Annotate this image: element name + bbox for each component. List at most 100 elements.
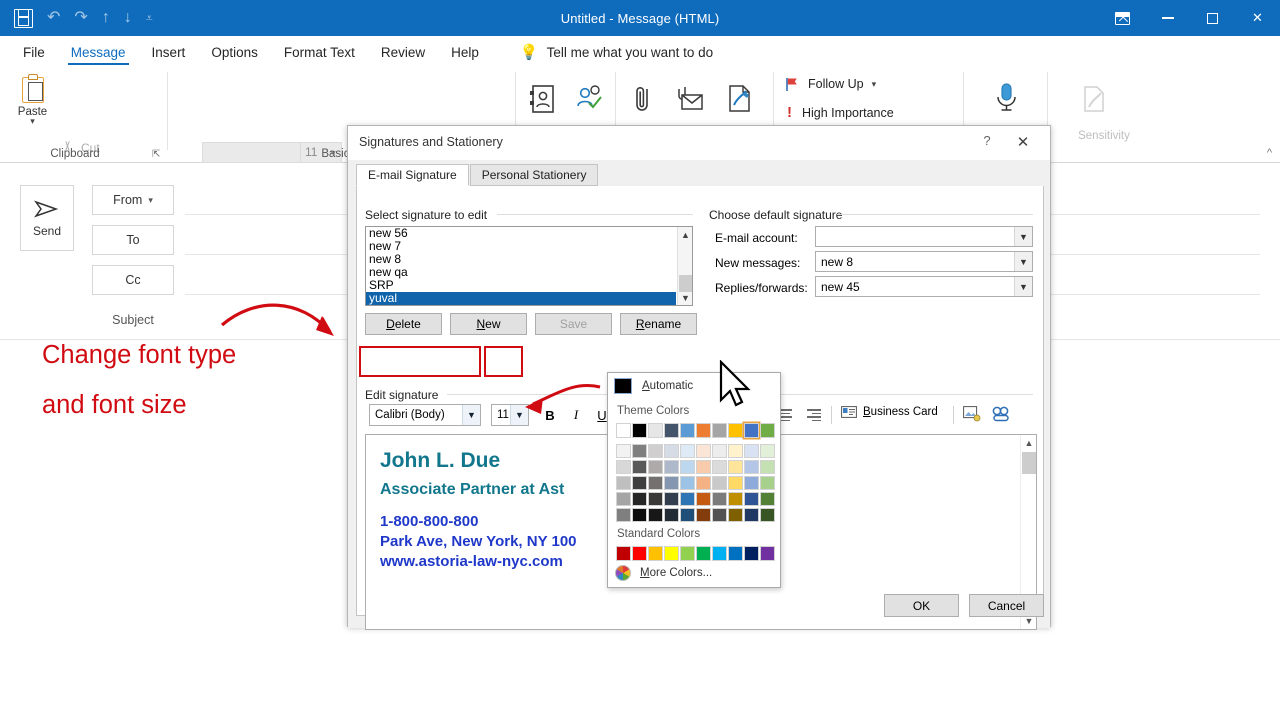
signature-icon[interactable] xyxy=(714,74,766,124)
scroll-up-icon[interactable]: ▲ xyxy=(1021,435,1037,451)
theme-color-swatch[interactable] xyxy=(648,460,663,475)
theme-color-swatch[interactable] xyxy=(680,492,695,507)
theme-color-swatch[interactable] xyxy=(632,423,647,438)
new-signature-button[interactable]: New xyxy=(450,313,527,335)
theme-color-swatch[interactable] xyxy=(696,460,711,475)
email-account-combo[interactable]: ▼ xyxy=(815,226,1033,247)
signature-align-right-button[interactable] xyxy=(801,404,825,426)
signature-italic-button[interactable]: I xyxy=(565,404,587,426)
list-item[interactable]: new 8 xyxy=(366,253,692,266)
theme-color-swatch[interactable] xyxy=(664,444,679,459)
send-button[interactable]: Send xyxy=(20,185,74,251)
list-item[interactable]: new 7 xyxy=(366,240,692,253)
list-item[interactable]: new 56 xyxy=(366,227,692,240)
theme-color-swatch[interactable] xyxy=(744,460,759,475)
theme-color-swatch[interactable] xyxy=(712,460,727,475)
standard-colors-grid[interactable] xyxy=(616,546,775,561)
tab-format-text[interactable]: Format Text xyxy=(271,43,368,66)
address-book-icon[interactable] xyxy=(516,74,568,124)
theme-color-swatch[interactable] xyxy=(632,444,647,459)
dialog-help-button[interactable]: ? xyxy=(976,133,998,153)
standard-color-swatch[interactable] xyxy=(744,546,759,561)
theme-color-swatch[interactable] xyxy=(632,508,647,523)
scroll-down-icon[interactable]: ▼ xyxy=(678,290,693,305)
theme-color-swatch[interactable] xyxy=(712,492,727,507)
scroll-up-icon[interactable]: ▲ xyxy=(678,227,693,242)
theme-color-swatch[interactable] xyxy=(728,492,743,507)
clipboard-dialog-launcher[interactable]: ⇱ xyxy=(152,149,160,160)
theme-color-swatch[interactable] xyxy=(632,460,647,475)
theme-color-swatch[interactable] xyxy=(680,476,695,491)
list-item[interactable]: new qa xyxy=(366,266,692,279)
new-messages-combo[interactable]: new 8 ▼ xyxy=(815,251,1033,272)
theme-color-swatch[interactable] xyxy=(696,423,711,438)
theme-color-swatch[interactable] xyxy=(744,476,759,491)
theme-color-swatch[interactable] xyxy=(616,492,631,507)
standard-color-swatch[interactable] xyxy=(728,546,743,561)
attach-item-icon[interactable] xyxy=(664,74,716,124)
theme-color-swatch[interactable] xyxy=(728,476,743,491)
standard-color-swatch[interactable] xyxy=(616,546,631,561)
paste-button[interactable]: Paste ▾ xyxy=(10,72,55,125)
standard-color-swatch[interactable] xyxy=(696,546,711,561)
theme-color-swatch[interactable] xyxy=(760,460,775,475)
to-button[interactable]: To xyxy=(92,225,174,255)
signature-bold-button[interactable]: B xyxy=(539,404,561,426)
chevron-down-icon[interactable]: ▾ xyxy=(872,79,877,90)
paste-chevron-down-icon[interactable]: ▾ xyxy=(10,118,55,125)
chevron-down-icon[interactable]: ▼ xyxy=(1014,227,1032,246)
replies-forwards-combo[interactable]: new 45 ▼ xyxy=(815,276,1033,297)
dictate-icon[interactable] xyxy=(980,74,1032,124)
from-button[interactable]: From ▾ xyxy=(92,185,174,215)
list-item-selected[interactable]: yuval xyxy=(366,292,676,305)
theme-color-swatch[interactable] xyxy=(728,508,743,523)
scrollbar-thumb[interactable] xyxy=(1022,452,1036,474)
tab-options[interactable]: Options xyxy=(198,43,271,66)
maximize-button[interactable] xyxy=(1190,0,1235,36)
chevron-down-icon[interactable]: ▼ xyxy=(1014,277,1032,296)
tab-email-signature[interactable]: E-mail Signature xyxy=(356,164,469,186)
theme-color-swatch[interactable] xyxy=(760,423,775,438)
tab-personal-stationery[interactable]: Personal Stationery xyxy=(470,164,599,186)
chevron-down-icon[interactable]: ▼ xyxy=(510,405,528,425)
theme-color-swatch[interactable] xyxy=(712,508,727,523)
theme-color-swatch[interactable] xyxy=(632,476,647,491)
theme-color-swatch[interactable] xyxy=(680,460,695,475)
tab-insert[interactable]: Insert xyxy=(139,43,199,66)
theme-color-swatch[interactable] xyxy=(648,444,663,459)
tell-me-box[interactable]: 💡 Tell me what you want to do xyxy=(520,43,713,66)
signature-list[interactable]: new 56 new 7 new 8 new qa SRP yuval ▲ ▼ xyxy=(365,226,693,306)
theme-color-swatch[interactable] xyxy=(664,460,679,475)
theme-color-swatch[interactable] xyxy=(664,476,679,491)
theme-color-swatch[interactable] xyxy=(728,423,743,438)
insert-hyperlink-button[interactable] xyxy=(991,406,1011,427)
chevron-down-icon[interactable]: ▼ xyxy=(462,405,480,425)
theme-color-swatch[interactable] xyxy=(616,444,631,459)
theme-color-swatch[interactable] xyxy=(664,492,679,507)
standard-color-swatch[interactable] xyxy=(664,546,679,561)
cancel-button[interactable]: Cancel xyxy=(969,594,1044,617)
business-card-button[interactable]: Business Card xyxy=(841,406,938,418)
delete-signature-button[interactable]: Delete xyxy=(365,313,442,335)
signature-font-size-combo[interactable]: 11 ▼ xyxy=(491,404,529,426)
signature-font-name-combo[interactable]: Calibri (Body) ▼ xyxy=(369,404,481,426)
standard-color-swatch[interactable] xyxy=(648,546,663,561)
theme-color-swatch[interactable] xyxy=(680,508,695,523)
theme-color-swatch[interactable] xyxy=(648,508,663,523)
theme-colors-grid[interactable] xyxy=(616,423,775,522)
ribbon-display-options-button[interactable] xyxy=(1099,0,1145,36)
theme-color-swatch[interactable] xyxy=(616,508,631,523)
rename-signature-button[interactable]: Rename xyxy=(620,313,697,335)
theme-color-swatch[interactable] xyxy=(648,492,663,507)
theme-color-swatch[interactable] xyxy=(648,423,663,438)
more-colors-row[interactable]: More Colors... xyxy=(608,561,780,585)
follow-up-button[interactable]: Follow Up ▾ xyxy=(784,76,876,92)
automatic-color-row[interactable]: Automatic xyxy=(608,373,780,399)
list-item[interactable]: SRP xyxy=(366,279,692,292)
theme-color-swatch[interactable] xyxy=(760,508,775,523)
theme-color-swatch[interactable] xyxy=(728,460,743,475)
cc-button[interactable]: Cc xyxy=(92,265,174,295)
theme-color-swatch[interactable] xyxy=(760,476,775,491)
theme-color-swatch[interactable] xyxy=(680,444,695,459)
tab-review[interactable]: Review xyxy=(368,43,438,66)
